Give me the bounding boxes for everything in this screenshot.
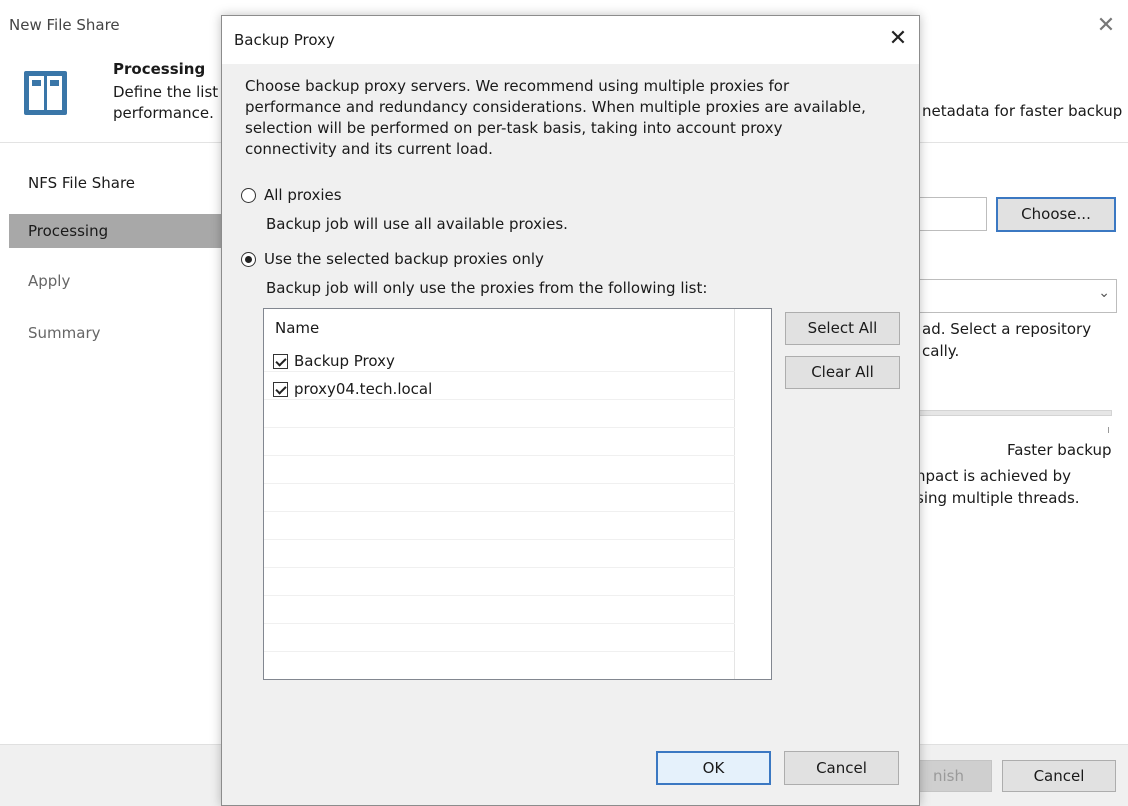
wizard-step-summary[interactable]: Summary (9, 316, 221, 350)
proxy-list[interactable]: Name Backup Proxy proxy04.tech.local (263, 308, 772, 680)
radio-all-proxies-label: All proxies (264, 186, 342, 204)
row-divider (264, 511, 735, 512)
dialog-cancel-button[interactable]: Cancel (784, 751, 899, 785)
radio-button-unchecked[interactable] (241, 187, 256, 203)
row-divider (264, 483, 735, 484)
dialog-title: Backup Proxy (234, 31, 335, 49)
row-divider (264, 455, 735, 456)
slider-tick (1108, 427, 1109, 433)
checkbox-checked[interactable] (273, 381, 288, 397)
io-control-slider[interactable] (912, 410, 1112, 416)
wizard-step-title: Processing (113, 60, 206, 78)
row-divider (264, 651, 735, 652)
wizard-step-description-line1: Define the list (113, 83, 219, 101)
dialog-description-line: connectivity and its current load. (245, 140, 493, 158)
repository-hint-line1: ad. Select a repository (922, 320, 1092, 338)
clear-all-button[interactable]: Clear All (785, 356, 900, 389)
selected-proxies-hint: Backup job will only use the proxies fro… (266, 279, 708, 297)
impact-hint-line2: sing multiple threads. (916, 489, 1080, 507)
chevron-down-icon: ⌄ (1098, 285, 1110, 301)
dialog-titlebar: Backup Proxy ✕ (222, 16, 919, 64)
faster-backup-label: Faster backup (1007, 441, 1112, 459)
wizard-step-description-right: netadata for faster backup (922, 102, 1123, 120)
row-divider (264, 623, 735, 624)
list-item-label: Backup Proxy (294, 352, 395, 370)
dialog-description-line: Choose backup proxy servers. We recommen… (245, 77, 790, 95)
select-all-button[interactable]: Select All (785, 312, 900, 345)
list-item-backup-proxy[interactable]: Backup Proxy (273, 349, 395, 373)
dialog-description: Choose backup proxy servers. We recommen… (245, 76, 915, 160)
repository-hint-line2: cally. (922, 342, 960, 360)
wizard-title: New File Share (9, 16, 120, 34)
repository-select[interactable]: ⌄ (910, 279, 1117, 313)
column-separator[interactable] (734, 309, 735, 347)
wizard-close-icon[interactable]: ✕ (1094, 14, 1118, 38)
file-share-logo-icon (24, 71, 67, 115)
wizard-step-processing[interactable]: Processing (9, 214, 221, 248)
backup-proxy-dialog: Backup Proxy ✕ Choose backup proxy serve… (221, 15, 920, 806)
row-divider (264, 595, 735, 596)
column-header-name[interactable]: Name (275, 319, 319, 337)
row-divider (264, 539, 735, 540)
dialog-description-line: selection will be performed on per-task … (245, 119, 783, 137)
list-item-proxy04[interactable]: proxy04.tech.local (273, 377, 432, 401)
radio-selected-proxies-label: Use the selected backup proxies only (264, 250, 544, 268)
impact-hint-line1: npact is achieved by (916, 467, 1072, 485)
radio-button-checked[interactable] (241, 251, 256, 267)
wizard-step-description: Define the list performance. (113, 82, 233, 124)
row-divider (264, 427, 735, 428)
proxy-field[interactable] (910, 197, 987, 231)
dialog-description-line: performance and redundancy consideration… (245, 98, 866, 116)
list-item-label: proxy04.tech.local (294, 380, 433, 398)
column-divider (734, 347, 735, 679)
wizard-step-nfs-file-share[interactable]: NFS File Share (9, 166, 221, 200)
radio-selected-proxies[interactable]: Use the selected backup proxies only (241, 249, 544, 269)
radio-all-proxies[interactable]: All proxies (241, 185, 342, 205)
wizard-cancel-button[interactable]: Cancel (1002, 760, 1116, 792)
dialog-close-icon[interactable]: ✕ (885, 26, 911, 52)
ok-button[interactable]: OK (656, 751, 771, 785)
wizard-step-description-line2: performance. (113, 104, 214, 122)
proxy-list-header: Name (264, 309, 771, 347)
row-divider (264, 567, 735, 568)
checkbox-checked[interactable] (273, 353, 288, 369)
wizard-step-apply[interactable]: Apply (9, 264, 221, 298)
all-proxies-hint: Backup job will use all available proxie… (266, 215, 568, 233)
choose-proxy-button[interactable]: Choose... (996, 197, 1116, 232)
